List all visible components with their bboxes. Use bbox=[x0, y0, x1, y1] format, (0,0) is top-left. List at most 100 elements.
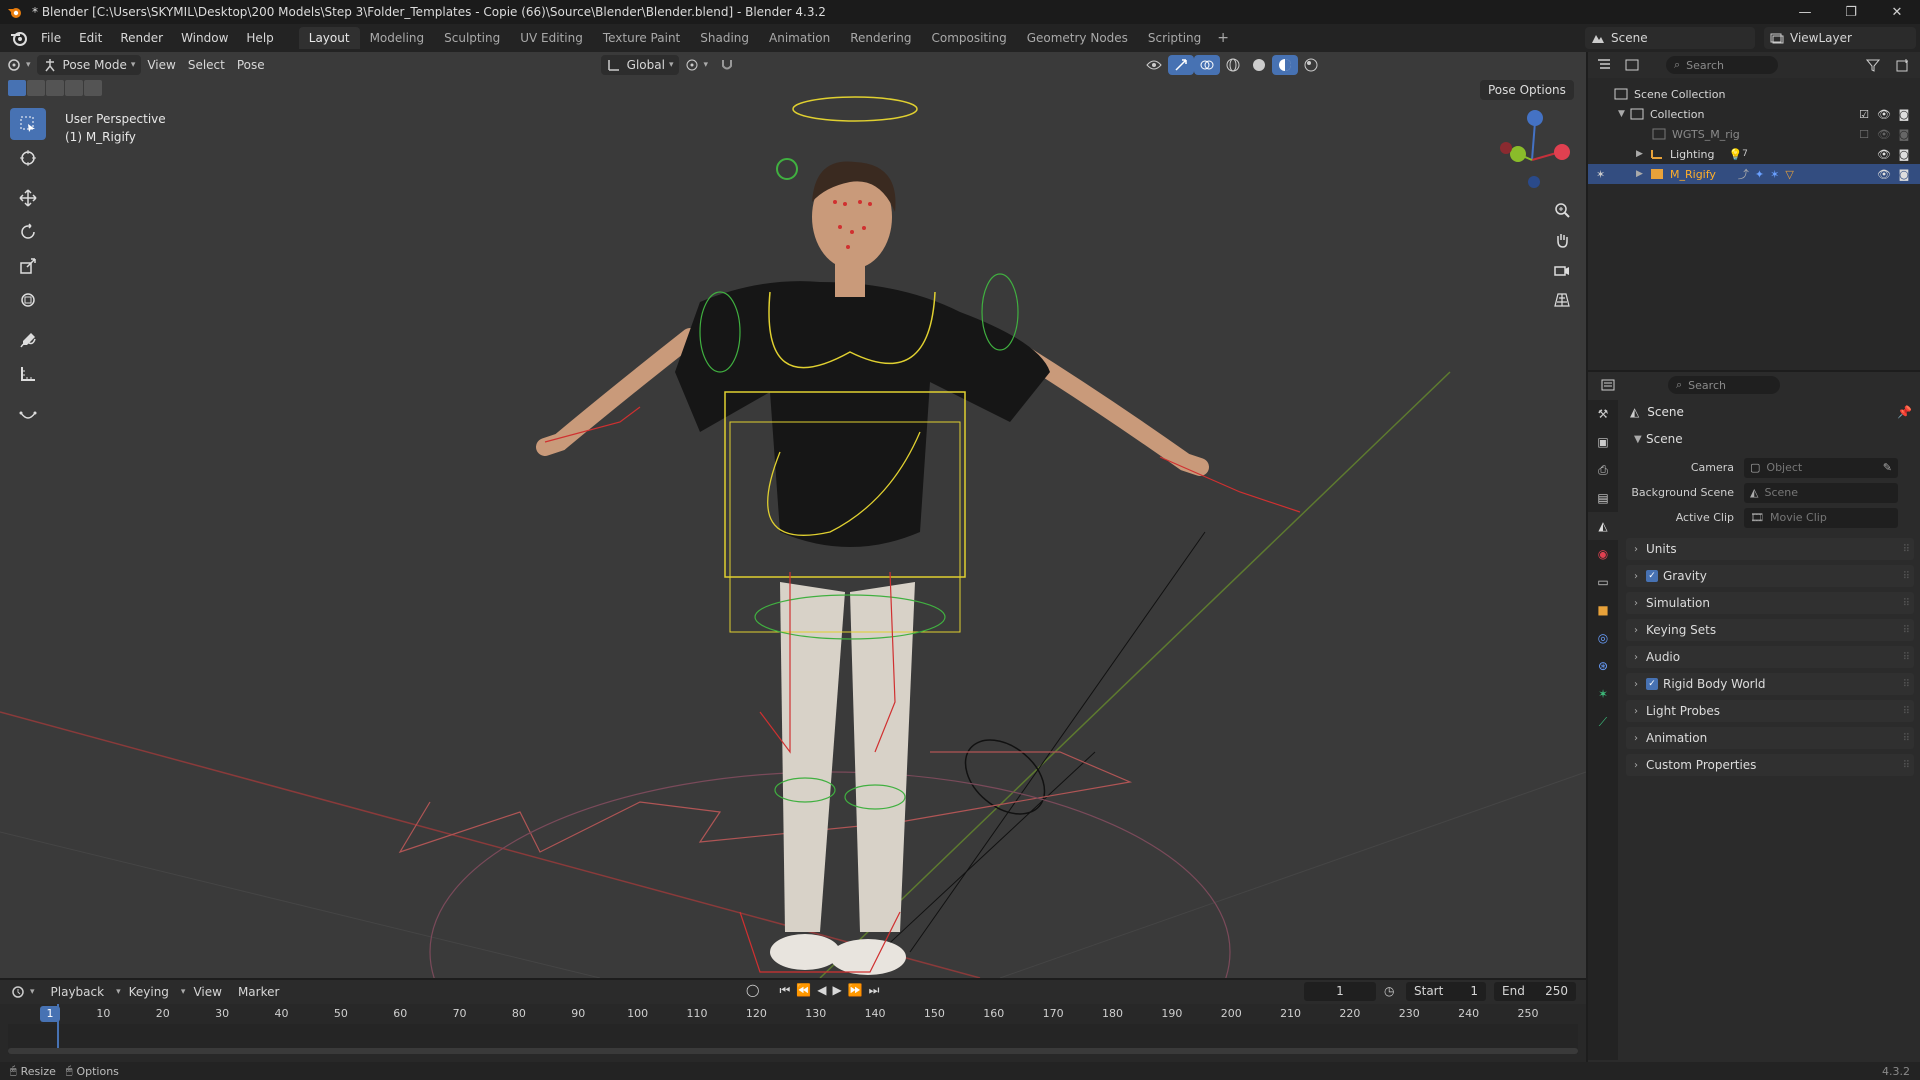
camera-field[interactable]: ▢ Object ✎ bbox=[1744, 457, 1898, 478]
panel-light-probes[interactable]: › Light Probes ⠿ bbox=[1626, 700, 1914, 722]
tab-geometry-nodes[interactable]: Geometry Nodes bbox=[1017, 27, 1138, 49]
panel-simulation[interactable]: › Simulation ⠿ bbox=[1626, 592, 1914, 614]
scene-selector[interactable]: Scene bbox=[1585, 27, 1755, 49]
maximize-button[interactable]: ❐ bbox=[1828, 0, 1874, 24]
drag-grip-icon[interactable]: ⠿ bbox=[1903, 625, 1910, 636]
drag-grip-icon[interactable]: ⠿ bbox=[1903, 733, 1910, 744]
perspective-grid-icon[interactable] bbox=[1548, 286, 1576, 314]
chevron-right-icon[interactable]: ▶ bbox=[1636, 169, 1650, 179]
outliner-row-wgts[interactable]: WGTS_M_rig ☐ 👁 ◙ bbox=[1588, 124, 1920, 144]
eye-icon[interactable]: 👁 bbox=[1874, 148, 1894, 161]
camera-icon[interactable]: ◙ bbox=[1894, 108, 1914, 121]
measure-tool[interactable] bbox=[10, 358, 46, 390]
tab-constraints[interactable]: ⊛ bbox=[1588, 652, 1618, 680]
outliner-row-m-rigify[interactable]: ✶ ▶ M_Rigify ⤴ ✦ ✶ ▽ 👁 ◙ bbox=[1588, 164, 1920, 184]
chevron-down-icon[interactable]: ▼ bbox=[1618, 109, 1630, 119]
filter-icon[interactable] bbox=[1866, 58, 1880, 72]
active-clip-field[interactable]: 🎞 Movie Clip bbox=[1744, 507, 1898, 528]
gizmo-toggle-button[interactable] bbox=[1168, 55, 1195, 75]
viewport-menu-pose[interactable]: Pose bbox=[231, 55, 271, 75]
jump-end-icon[interactable]: ⏭ bbox=[869, 983, 880, 998]
scale-tool[interactable] bbox=[10, 250, 46, 282]
tab-output[interactable]: ⎙ bbox=[1588, 456, 1618, 484]
select-new-button[interactable] bbox=[8, 80, 26, 96]
viewport-scene[interactable] bbox=[0, 52, 1586, 978]
tab-sculpting[interactable]: Sculpting bbox=[434, 27, 510, 49]
minimize-button[interactable]: — bbox=[1782, 0, 1828, 24]
navigation-gizmo[interactable] bbox=[1500, 110, 1570, 188]
shading-material-button[interactable] bbox=[1272, 55, 1299, 75]
drag-grip-icon[interactable]: ⠿ bbox=[1903, 706, 1910, 717]
close-button[interactable]: ✕ bbox=[1874, 0, 1920, 24]
select-intersect-button[interactable] bbox=[84, 80, 102, 96]
new-collection-icon[interactable] bbox=[1896, 58, 1910, 72]
panel-units[interactable]: › Units ⠿ bbox=[1626, 538, 1914, 560]
checkbox-icon[interactable]: ☐ bbox=[1854, 128, 1874, 141]
menu-file[interactable]: File bbox=[32, 31, 70, 45]
editor-type-button[interactable]: ▾ bbox=[0, 55, 37, 75]
timeline-menu-keying[interactable]: Keying bbox=[121, 985, 177, 999]
panel-audio[interactable]: › Audio ⠿ bbox=[1626, 646, 1914, 668]
cursor-tool[interactable] bbox=[10, 142, 46, 174]
timeline-menu-view[interactable]: View bbox=[185, 985, 229, 999]
panel-gravity[interactable]: › ✓ Gravity ⠿ bbox=[1626, 565, 1914, 587]
tab-shading[interactable]: Shading bbox=[690, 27, 759, 49]
properties-editor-icon[interactable] bbox=[1600, 378, 1616, 392]
jump-start-icon[interactable]: ⏮ bbox=[779, 983, 790, 998]
3d-viewport[interactable]: ▾ Pose Mode ▾ View Select Pose Global ▾ … bbox=[0, 52, 1586, 978]
select-box-tool[interactable] bbox=[10, 108, 46, 140]
panel-rigid-body-world[interactable]: › ✓ Rigid Body World ⠿ bbox=[1626, 673, 1914, 695]
drag-grip-icon[interactable]: ⠿ bbox=[1903, 544, 1910, 555]
tab-animation[interactable]: Animation bbox=[759, 27, 840, 49]
end-frame-field[interactable]: End 250 bbox=[1494, 982, 1576, 1001]
tab-object-data[interactable]: ✶ bbox=[1588, 680, 1618, 708]
properties-search-input[interactable]: ⌕ Search bbox=[1668, 376, 1780, 394]
timeline-editor-icon[interactable] bbox=[10, 985, 26, 999]
start-frame-field[interactable]: Start 1 bbox=[1406, 982, 1486, 1001]
tab-scene[interactable]: ◭ bbox=[1588, 512, 1618, 540]
prev-keyframe-icon[interactable]: ⏪ bbox=[796, 983, 811, 998]
tab-tool[interactable]: ⚒ bbox=[1588, 400, 1618, 428]
select-invert-button[interactable] bbox=[65, 80, 83, 96]
eye-icon[interactable]: 👁 bbox=[1874, 108, 1894, 121]
timeline-menu-marker[interactable]: Marker bbox=[230, 985, 287, 999]
shading-solid-button[interactable] bbox=[1246, 55, 1272, 75]
tab-layout[interactable]: Layout bbox=[298, 27, 360, 49]
menu-window[interactable]: Window bbox=[172, 31, 237, 45]
camera-icon[interactable]: ◙ bbox=[1894, 128, 1914, 141]
outliner-row-scene-collection[interactable]: Scene Collection bbox=[1588, 84, 1920, 104]
tab-object[interactable]: ■ bbox=[1588, 596, 1618, 624]
background-scene-field[interactable]: ◭ Scene bbox=[1744, 482, 1898, 503]
character-m-rigify[interactable] bbox=[536, 161, 1209, 976]
drag-grip-icon[interactable]: ⠿ bbox=[1903, 652, 1910, 663]
tab-bone[interactable]: ⟋ bbox=[1588, 708, 1618, 736]
panel-scene[interactable]: ▼ Scene bbox=[1626, 428, 1914, 450]
panel-keying-sets[interactable]: › Keying Sets ⠿ bbox=[1626, 619, 1914, 641]
play-reverse-icon[interactable]: ◀ bbox=[817, 983, 826, 998]
tab-uv-editing[interactable]: UV Editing bbox=[510, 27, 593, 49]
display-mode-icon[interactable] bbox=[1624, 58, 1640, 72]
eye-icon[interactable]: 👁 bbox=[1874, 128, 1894, 141]
outliner-editor-icon[interactable] bbox=[1596, 58, 1612, 72]
current-frame-field[interactable]: 1 bbox=[1304, 982, 1376, 1001]
menu-edit[interactable]: Edit bbox=[70, 31, 111, 45]
panel-animation[interactable]: › Animation ⠿ bbox=[1626, 727, 1914, 749]
gravity-checkbox[interactable]: ✓ bbox=[1646, 570, 1658, 582]
move-tool[interactable] bbox=[10, 182, 46, 214]
chevron-right-icon[interactable]: ▶ bbox=[1636, 149, 1650, 159]
tab-render[interactable]: ▣ bbox=[1588, 428, 1618, 456]
checkbox-icon[interactable]: ☑ bbox=[1854, 108, 1874, 121]
camera-view-icon[interactable] bbox=[1548, 256, 1576, 284]
orientation-selector[interactable]: Global ▾ bbox=[600, 55, 680, 75]
blender-menu-icon[interactable] bbox=[6, 27, 32, 49]
rotate-tool[interactable] bbox=[10, 216, 46, 248]
zoom-icon[interactable] bbox=[1548, 196, 1576, 224]
eye-icon[interactable]: 👁 bbox=[1874, 168, 1894, 181]
timeline-ruler[interactable]: 1 10 20 30 40 50 60 70 80 90 100 110 120 130 140 150 160… bbox=[0, 1004, 1586, 1024]
overlays-button[interactable] bbox=[1194, 55, 1221, 75]
tab-scripting[interactable]: Scripting bbox=[1138, 27, 1211, 49]
pivot-point-button[interactable]: ▾ bbox=[679, 55, 714, 75]
menu-render[interactable]: Render bbox=[111, 31, 172, 45]
timeline-menu-playback[interactable]: Playback bbox=[43, 985, 113, 999]
bone-size-tool[interactable] bbox=[10, 398, 46, 430]
